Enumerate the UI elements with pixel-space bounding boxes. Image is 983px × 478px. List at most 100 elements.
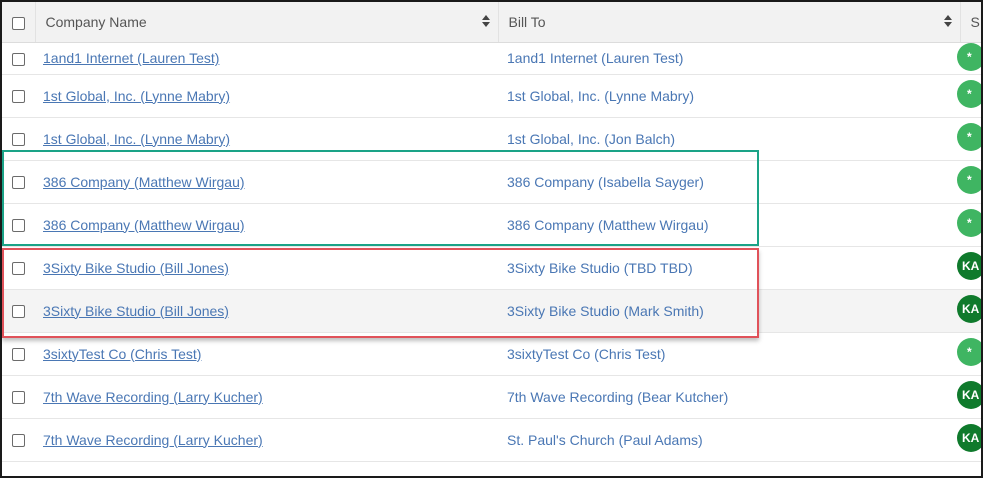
bill-to-text: 386 Company (Isabella Sayger) <box>507 173 704 190</box>
row-select-cell <box>2 289 35 332</box>
column-header-label: Bill To <box>508 13 546 30</box>
column-header-bill-to[interactable]: Bill To <box>497 2 960 43</box>
status-badge: * <box>957 166 981 194</box>
company-name-link[interactable]: 3Sixty Bike Studio (Bill Jones) <box>43 260 229 276</box>
row-checkbox[interactable] <box>12 262 25 276</box>
column-header-status[interactable]: S <box>959 2 981 43</box>
status-badge: * <box>957 338 981 366</box>
status-cell: KA <box>957 418 981 461</box>
table-header-row: Company Name Bill To S <box>2 2 981 43</box>
bill-to-text: 3Sixty Bike Studio (Mark Smith) <box>507 302 704 319</box>
company-name-cell: 1st Global, Inc. (Lynne Mabry) <box>35 117 498 160</box>
row-checkbox[interactable] <box>12 348 25 362</box>
table-row[interactable]: 7th Wave Recording (Larry Kucher) St. Pau… <box>2 418 981 461</box>
row-checkbox[interactable] <box>12 52 25 66</box>
status-cell: * <box>957 160 981 203</box>
company-name-link[interactable]: 1st Global, Inc. (Lynne Mabry) <box>43 88 230 104</box>
status-badge: KA <box>957 424 981 452</box>
select-all-header <box>2 2 35 43</box>
status-cell: KA <box>957 246 981 289</box>
company-name-link[interactable]: 1st Global, Inc. (Lynne Mabry) <box>43 131 230 147</box>
status-badge: KA <box>957 381 981 409</box>
company-name-link[interactable]: 3Sixty Bike Studio (Bill Jones) <box>43 303 229 319</box>
company-name-link[interactable]: 7th Wave Recording (Larry Kucher) <box>43 389 263 405</box>
row-checkbox[interactable] <box>12 133 25 147</box>
company-name-cell: 3sixtyTest Co (Chris Test) <box>35 332 498 375</box>
table-row[interactable]: 1st Global, Inc. (Lynne Mabry) 1st Global… <box>2 117 981 160</box>
select-all-checkbox[interactable] <box>11 16 25 30</box>
table-row[interactable]: 1and1 Internet (Lauren Test) 1and1 Intern… <box>2 42 981 74</box>
table-row[interactable]: 7th Wave Recording (Larry Kucher) 7th Wav… <box>2 375 981 418</box>
company-name-cell: 386 Company (Matthew Wirgau) <box>35 203 498 246</box>
status-cell: * <box>957 42 981 74</box>
row-select-cell <box>2 117 35 160</box>
table-row[interactable]: 3sixtyTest Co (Chris Test) 3sixtyTest Co … <box>2 332 981 375</box>
status-cell: KA <box>957 289 981 332</box>
table-row[interactable]: 3Sixty Bike Studio (Bill Jones) 3Sixty Bi… <box>2 289 981 332</box>
sort-icon[interactable] <box>481 15 490 27</box>
status-cell: * <box>957 332 981 375</box>
company-name-cell: 386 Company (Matthew Wirgau) <box>35 160 498 203</box>
column-header-label: S <box>970 13 980 30</box>
company-name-link[interactable]: 386 Company (Matthew Wirgau) <box>43 217 245 233</box>
row-checkbox[interactable] <box>12 305 25 319</box>
row-checkbox[interactable] <box>12 90 25 104</box>
bill-to-text: 1and1 Internet (Lauren Test) <box>507 50 684 66</box>
company-name-link[interactable]: 7th Wave Recording (Larry Kucher) <box>43 432 263 448</box>
bill-to-text: 7th Wave Recording (Bear Kutcher) <box>507 388 729 405</box>
status-badge: KA <box>957 252 981 280</box>
table-row[interactable]: 3Sixty Bike Studio (Bill Jones) 3Sixty Bi… <box>2 246 981 289</box>
company-name-cell: 7th Wave Recording (Larry Kucher) <box>35 418 498 461</box>
status-badge: * <box>957 80 981 108</box>
row-select-cell <box>2 375 35 418</box>
company-name-cell: 3Sixty Bike Studio (Bill Jones) <box>35 246 498 289</box>
status-badge: KA <box>957 295 981 323</box>
company-name-link[interactable]: 386 Company (Matthew Wirgau) <box>43 174 245 190</box>
bill-to-text: 3Sixty Bike Studio (TBD TBD) <box>507 259 693 276</box>
row-select-cell <box>2 160 35 203</box>
status-cell: KA <box>957 375 981 418</box>
row-checkbox[interactable] <box>12 219 25 233</box>
bill-to-cell: 1and1 Internet (Lauren Test) <box>498 42 960 74</box>
company-name-cell: 1and1 Internet (Lauren Test) <box>35 42 498 74</box>
bill-to-text: 1st Global, Inc. (Jon Balch) <box>507 130 676 147</box>
bill-to-cell: 1st Global, Inc. (Jon Balch) <box>498 117 960 160</box>
bill-to-cell: 7th Wave Recording (Bear Kutcher) <box>498 375 960 418</box>
row-select-cell <box>2 74 35 117</box>
row-select-cell <box>2 203 35 246</box>
sort-icon[interactable] <box>943 15 952 27</box>
bill-to-text: St. Paul's Church (Paul Adams) <box>507 431 703 448</box>
status-cell: * <box>957 74 981 117</box>
company-name-link[interactable]: 3sixtyTest Co (Chris Test) <box>43 346 201 362</box>
company-name-link[interactable]: 1and1 Internet (Lauren Test) <box>43 50 219 66</box>
status-cell: * <box>957 117 981 160</box>
table-row[interactable]: 1st Global, Inc. (Lynne Mabry) 1st Global… <box>2 74 981 117</box>
row-select-cell <box>2 246 35 289</box>
bill-to-cell: St. Paul's Church (Paul Adams) <box>498 418 960 461</box>
company-table-frame: Company Name Bill To S 1and1 Internet (L… <box>0 0 983 478</box>
bill-to-cell: 386 Company (Matthew Wirgau) <box>498 203 960 246</box>
row-select-cell <box>2 418 35 461</box>
bill-to-text: 1st Global, Inc. (Lynne Mabry) <box>507 87 695 104</box>
bill-to-cell: 1st Global, Inc. (Lynne Mabry) <box>498 74 960 117</box>
company-name-cell: 1st Global, Inc. (Lynne Mabry) <box>35 74 498 117</box>
bill-to-cell: 386 Company (Isabella Sayger) <box>498 160 960 203</box>
bill-to-cell: 3Sixty Bike Studio (TBD TBD) <box>498 246 960 289</box>
row-checkbox[interactable] <box>12 391 25 405</box>
row-checkbox[interactable] <box>12 176 25 190</box>
company-table: Company Name Bill To S 1and1 Internet (L… <box>2 2 981 462</box>
status-badge: * <box>957 123 981 151</box>
bill-to-cell: 3Sixty Bike Studio (Mark Smith) <box>498 289 960 332</box>
bill-to-text: 386 Company (Matthew Wirgau) <box>507 216 709 233</box>
table-row[interactable]: 386 Company (Matthew Wirgau) 386 Company … <box>2 203 981 246</box>
bill-to-cell: 3sixtyTest Co (Chris Test) <box>498 332 960 375</box>
table-row[interactable]: 386 Company (Matthew Wirgau) 386 Company … <box>2 160 981 203</box>
row-select-cell <box>2 42 35 74</box>
row-select-cell <box>2 332 35 375</box>
column-header-label: Company Name <box>45 13 147 30</box>
status-cell: * <box>957 203 981 246</box>
column-header-company-name[interactable]: Company Name <box>34 2 498 43</box>
row-checkbox[interactable] <box>12 434 25 448</box>
status-badge: * <box>957 42 981 71</box>
status-badge: * <box>957 209 981 237</box>
